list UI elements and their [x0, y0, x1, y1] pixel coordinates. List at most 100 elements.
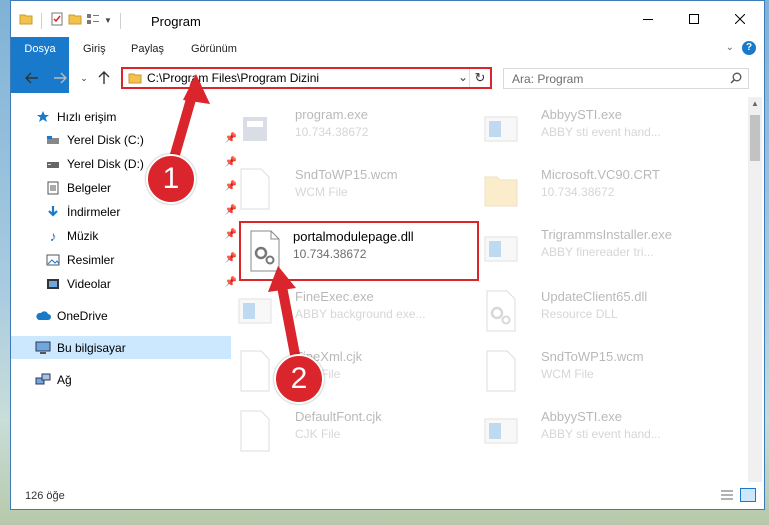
nav-quick-access[interactable]: Hızlı erişim [11, 105, 231, 128]
file-meta: CJK File [295, 427, 341, 441]
nav-label: Bu bilgisayar [57, 340, 126, 355]
nav-label: OneDrive [57, 308, 108, 323]
step-1-badge: 1 [146, 154, 196, 204]
search-icon[interactable] [730, 72, 742, 87]
file-item[interactable]: FineExec.exe ABBY background exe... [231, 283, 467, 339]
back-button[interactable] [23, 69, 41, 87]
recent-locations-icon[interactable]: ⌄ [75, 69, 93, 87]
document-icon [237, 349, 273, 393]
expand-ribbon-icon[interactable]: ⌄ [726, 42, 734, 53]
properties-icon[interactable] [50, 12, 64, 29]
nav-label: Yerel Disk (D:) [67, 156, 144, 171]
explorer-window: ▼ Program Dosya Giriş Paylaş Görünüm ⌄ ?… [10, 0, 765, 510]
address-bar[interactable]: C:\Program Files\Program Dizini ⌄ ↻ [121, 67, 492, 89]
documents-icon [45, 180, 61, 196]
address-path[interactable]: C:\Program Files\Program Dizini [147, 71, 319, 85]
nav-label: Müzik [67, 228, 99, 243]
download-icon [45, 204, 61, 220]
file-item-highlighted[interactable]: portalmodulepage.dll 10.734.38672 [239, 221, 479, 281]
file-item[interactable]: AbbyySTI.exe ABBY sti event hand... [477, 403, 713, 459]
file-item[interactable]: Microsoft.VC90.CRT 10.734.38672 [477, 161, 713, 217]
file-item[interactable]: program.exe 10.734.38672 [231, 101, 467, 157]
title-bar: ▼ Program [11, 1, 764, 37]
nav-item-disk-c[interactable]: Yerel Disk (C:) 📌 [11, 128, 241, 151]
file-item[interactable]: UpdateClient65.dll Resource DLL [477, 283, 713, 339]
vertical-scrollbar[interactable]: ▲ [748, 97, 762, 482]
chevron-down-icon[interactable]: ▼ [104, 16, 112, 25]
file-name: Microsoft.VC90.CRT [541, 167, 660, 182]
tab-view[interactable]: Görünüm [191, 37, 237, 61]
window-title: Program [151, 14, 201, 29]
drive-icon [45, 156, 61, 172]
address-row: ⌄ C:\Program Files\Program Dizini ⌄ ↻ Ar… [11, 63, 764, 93]
file-item[interactable]: DefaultFont.cjk CJK File [231, 403, 467, 459]
file-meta: WCM File [541, 367, 594, 381]
document-icon [483, 349, 519, 393]
exe-icon [237, 107, 273, 151]
details-view-icon[interactable] [720, 489, 734, 504]
exe-icon [237, 289, 273, 333]
nav-label: Ağ [57, 372, 72, 387]
scrollbar-thumb[interactable] [750, 115, 760, 161]
file-name: TrigrammsInstaller.exe [541, 227, 672, 242]
nav-network[interactable]: Ağ [11, 368, 231, 391]
nav-item-pictures[interactable]: Resimler 📌 [11, 248, 241, 271]
search-box[interactable]: Ara: Program [503, 68, 749, 89]
file-list: program.exe 10.734.38672 AbbyySTI.exe AB… [215, 97, 742, 472]
file-item[interactable]: TrigrammsInstaller.exe ABBY finereader t… [477, 221, 713, 277]
new-folder-icon[interactable] [68, 12, 82, 29]
scroll-up-icon[interactable]: ▲ [751, 99, 759, 108]
search-input[interactable]: Ara: Program [512, 72, 583, 86]
dll-gear-icon [483, 289, 519, 333]
ribbon-tabs: Dosya Giriş Paylaş Görünüm ⌄ ? [11, 37, 764, 93]
file-meta: ABBY finereader tri... [541, 245, 654, 259]
file-meta: ABBY sti event hand... [541, 427, 661, 441]
file-item[interactable]: AbbyySTI.exe ABBY sti event hand... [477, 101, 713, 157]
file-item[interactable]: SndToWP15.wcm WCM File [477, 343, 713, 399]
star-icon [35, 109, 51, 125]
drive-icon [45, 132, 61, 148]
view-options-icon[interactable] [86, 12, 100, 29]
quick-access-toolbar: ▼ [19, 12, 125, 29]
file-meta: 10.734.38672 [293, 247, 367, 261]
toolbar-divider [119, 12, 121, 29]
chevron-down-icon[interactable]: ⌄ [458, 70, 468, 84]
up-button[interactable] [95, 69, 113, 87]
refresh-icon[interactable]: ↻ [469, 69, 490, 87]
file-item[interactable]: SndToWP15.wcm WCM File [231, 161, 467, 217]
nav-label: İndirmeler [67, 204, 121, 219]
maximize-button[interactable] [671, 1, 717, 37]
nav-label: Resimler [67, 252, 115, 267]
nav-label: Yerel Disk (C:) [67, 132, 144, 147]
help-icon[interactable]: ? [742, 41, 756, 55]
nav-item-music[interactable]: ♪ Müzik 📌 [11, 224, 241, 247]
nav-item-documents[interactable]: Belgeler 📌 [11, 176, 241, 199]
folder-icon [483, 167, 519, 211]
close-button[interactable] [717, 1, 763, 37]
exe-icon [483, 409, 519, 453]
file-name: AbbyySTI.exe [541, 107, 622, 122]
folder-icon[interactable] [19, 12, 33, 29]
nav-onedrive[interactable]: OneDrive [11, 304, 231, 327]
toolbar-divider [41, 12, 42, 29]
nav-item-downloads[interactable]: İndirmeler 📌 [11, 200, 241, 223]
nav-this-pc[interactable]: Bu bilgisayar [11, 336, 231, 359]
file-name: SndToWP15.wcm [541, 349, 644, 364]
nav-item-videos[interactable]: Videolar 📌 [11, 272, 241, 295]
minimize-button[interactable] [625, 1, 671, 37]
file-meta: WCM File [295, 185, 348, 199]
music-icon: ♪ [49, 227, 57, 244]
large-icons-view-icon[interactable] [740, 488, 756, 502]
file-meta: 10.734.38672 [541, 185, 615, 199]
file-meta: ABBY sti event hand... [541, 125, 661, 139]
exe-icon [483, 227, 519, 271]
nav-item-disk-d[interactable]: Yerel Disk (D:) 📌 [11, 152, 241, 175]
tab-home[interactable]: Giriş [83, 37, 106, 61]
tab-share[interactable]: Paylaş [131, 37, 164, 61]
file-name: AbbyySTI.exe [541, 409, 622, 424]
file-item[interactable]: FineXml.cjk CJK File [231, 343, 467, 399]
file-name: portalmodulepage.dll [293, 229, 414, 244]
forward-button[interactable] [51, 69, 69, 87]
file-meta: 10.734.38672 [295, 125, 369, 139]
step-2-badge: 2 [274, 354, 324, 404]
